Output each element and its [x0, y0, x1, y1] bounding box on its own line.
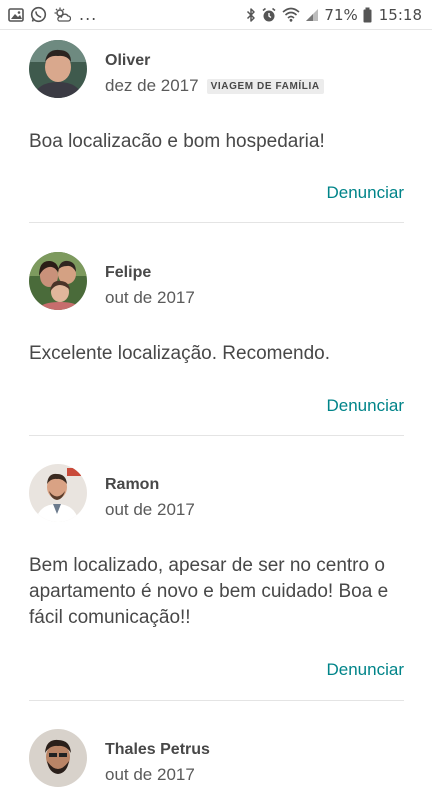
review-date: out de 2017: [105, 288, 195, 307]
reviewer-name[interactable]: Oliver: [105, 52, 150, 70]
battery-icon: [363, 7, 372, 23]
signal-icon: [305, 8, 319, 22]
review-text: Excelente localização. Recomendo.: [29, 343, 331, 364]
image-icon: [8, 7, 24, 22]
review-date: out de 2017: [105, 765, 195, 784]
avatar[interactable]: [29, 252, 87, 310]
report-link[interactable]: Denunciar: [327, 396, 405, 416]
review-divider: [29, 435, 404, 436]
reviewer-name[interactable]: Ramon: [105, 476, 159, 494]
weather-icon: [53, 7, 71, 23]
review-meta: out de 2017: [105, 500, 195, 520]
clock-time: 15:18: [378, 5, 422, 24]
status-bar-right: 71% 15:18: [246, 6, 422, 24]
status-bar-left: ...: [8, 5, 97, 24]
review-meta: out de 2017: [105, 765, 195, 785]
avatar[interactable]: [29, 464, 87, 522]
bluetooth-icon: [246, 7, 256, 23]
notification-overflow-dots: ...: [79, 5, 98, 24]
reviewer-name[interactable]: Thales Petrus: [105, 741, 210, 759]
review-text: Bem localizado, apesar de ser no centro …: [29, 555, 389, 628]
review-meta: out de 2017: [105, 288, 195, 308]
reviewer-name[interactable]: Felipe: [105, 264, 151, 282]
review-divider: [29, 700, 404, 701]
status-bar: ... 71% 15:18: [0, 0, 432, 30]
battery-percent: 71%: [324, 5, 358, 24]
report-link[interactable]: Denunciar: [327, 660, 405, 680]
avatar[interactable]: [29, 729, 87, 787]
avatar[interactable]: [29, 40, 87, 98]
report-link[interactable]: Denunciar: [327, 183, 405, 203]
alarm-icon: [261, 7, 277, 23]
whatsapp-icon: [30, 6, 47, 23]
review-text: Boa localizacão e bom hospedaria!: [29, 131, 325, 152]
review-meta: dez de 2017 VIAGEM DE FAMÍLIA: [105, 76, 324, 96]
review-date: dez de 2017: [105, 76, 199, 95]
review-divider: [29, 222, 404, 223]
review-date: out de 2017: [105, 500, 195, 519]
wifi-icon: [282, 7, 300, 22]
trip-type-badge: VIAGEM DE FAMÍLIA: [206, 78, 324, 94]
